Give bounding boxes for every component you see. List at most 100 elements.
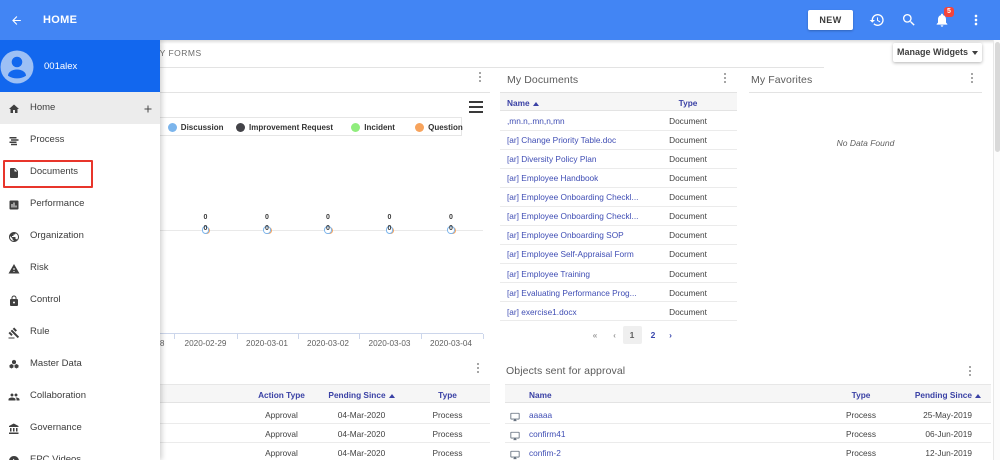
objects-approval-kebab-menu-icon[interactable] [964, 364, 976, 378]
sidebar-item-organization[interactable]: Organization [0, 220, 160, 252]
rule-gavel-icon [8, 326, 20, 339]
x-axis-label: 2020-02-29 [184, 339, 227, 348]
pending-approvals-kebab-menu-icon[interactable] [472, 361, 484, 375]
row-divider [500, 263, 737, 265]
document-name-link[interactable]: ,mn.n,.mn,n,mn [507, 116, 565, 126]
process-monitor-icon [510, 447, 520, 460]
sidebar-item-performance[interactable]: Performance [0, 188, 160, 220]
row-divider [500, 224, 737, 226]
column-header-type[interactable]: Type [840, 390, 882, 400]
more-vertical-icon[interactable] [968, 12, 984, 28]
caret-down-icon [971, 50, 978, 55]
legend-label: Improvement Request [249, 122, 334, 132]
cell-type: Document [669, 287, 707, 298]
vertical-scrollbar[interactable] [993, 40, 1000, 460]
pagination-next-icon[interactable]: › [664, 326, 678, 345]
no-data-found-text: No Data Found [836, 138, 895, 148]
legend-label: Question [428, 122, 463, 132]
column-header-type[interactable]: Type [390, 390, 505, 400]
sidebar-item-risk[interactable]: Risk [0, 252, 160, 284]
user-avatar-icon[interactable] [0, 50, 34, 84]
control-lock-icon [8, 294, 20, 306]
column-header-pending-since[interactable]: Pending Since [915, 390, 981, 400]
cell-type: Document [669, 268, 707, 279]
cell-type: Document [669, 249, 707, 260]
sort-ascending-icon [532, 101, 539, 106]
sidebar-item-label: Risk [30, 262, 49, 273]
document-name-link[interactable]: [ar] Employee Onboarding Checkl... [507, 192, 638, 202]
document-name-link[interactable]: [ar] Change Priority Table.doc [507, 135, 616, 145]
scrollbar-thumb[interactable] [995, 42, 1000, 152]
pagination-page-1[interactable]: 1 [622, 325, 642, 344]
document-name-link[interactable]: [ar] exercise1.docx [507, 307, 577, 317]
sidebar-item-label: EPC Videos [30, 454, 82, 460]
documents-highlight-box [3, 159, 93, 188]
row-divider [505, 442, 991, 444]
risk-warning-icon [8, 262, 20, 274]
column-header-name[interactable]: Name [507, 98, 539, 108]
pagination-prev-icon[interactable]: ‹ [608, 326, 622, 345]
governance-bank-icon [8, 422, 20, 434]
cell-type: Document [669, 306, 707, 317]
sidebar-item-home[interactable]: Home [0, 92, 160, 124]
cell-type: Process [432, 428, 463, 439]
navigation-drawer: 001alex Home Process Documents Performance O… [0, 40, 160, 460]
sidebar-item-governance[interactable]: Governance [0, 412, 160, 444]
my-documents-title: My Documents [507, 74, 579, 86]
document-name-link[interactable]: [ar] Evaluating Performance Prog... [507, 288, 637, 298]
page-title: HOME [43, 14, 78, 26]
x-axis-label: 2020-03-01 [246, 339, 288, 348]
document-name-link[interactable]: [ar] Employee Onboarding Checkl... [507, 211, 638, 221]
sidebar-item-rule[interactable]: Rule [0, 316, 160, 348]
user-header: 001alex [0, 40, 160, 92]
object-name-link[interactable]: confim-2 [529, 448, 561, 458]
data-label: 0 [387, 225, 392, 232]
performance-icon [8, 198, 20, 210]
column-header-type[interactable]: Type [660, 98, 716, 108]
sidebar-item-label: Master Data [30, 358, 82, 369]
legend-item-incident[interactable]: Incident [351, 122, 395, 132]
legend-item-question[interactable]: Question [415, 122, 463, 132]
sidebar-item-label: Rule [30, 326, 50, 337]
data-label: 0 [449, 225, 453, 232]
pagination-first-icon[interactable]: « [588, 326, 602, 345]
chart-widget-kebab-menu-icon[interactable] [474, 70, 486, 84]
data-label: 0 [203, 225, 208, 232]
my-documents-kebab-menu-icon[interactable] [719, 71, 731, 85]
new-button[interactable]: NEW [808, 10, 853, 30]
document-name-link[interactable]: [ar] Employee Onboarding SOP [507, 230, 624, 240]
sidebar-item-control[interactable]: Control [0, 284, 160, 316]
x-axis-label: 2020-03-02 [307, 339, 349, 348]
document-name-link[interactable]: [ar] Employee Training [507, 269, 590, 279]
sidebar-item-epc-videos[interactable]: EPC Videos [0, 444, 160, 460]
chart-export-hamburger-icon[interactable] [469, 101, 483, 113]
collaboration-people-icon [8, 390, 20, 402]
legend-item-discussion[interactable]: Discussion [167, 122, 223, 132]
history-icon[interactable] [869, 12, 885, 28]
add-home-tab-icon[interactable] [142, 102, 154, 114]
legend-dot-icon [167, 122, 177, 132]
my-favorites-title: My Favorites [751, 74, 813, 86]
legend-item-improvement-request[interactable]: Improvement Request [236, 122, 333, 132]
object-name-link[interactable]: aaaaa [529, 410, 552, 420]
manage-widgets-button[interactable]: Manage Widgets [893, 43, 982, 62]
data-label: 0 [203, 214, 208, 221]
topbar-right-edge [993, 0, 1000, 40]
column-header-name[interactable]: Name [529, 390, 552, 400]
back-arrow-icon[interactable] [10, 14, 23, 27]
sidebar-item-master-data[interactable]: Master Data [0, 348, 160, 380]
cell-type: Document [669, 192, 707, 203]
notification-count-badge: 5 [944, 7, 954, 17]
document-name-link[interactable]: [ar] Employee Handbook [507, 173, 598, 183]
my-favorites-kebab-menu-icon[interactable] [966, 71, 978, 85]
document-name-link[interactable]: [ar] Diversity Policy Plan [507, 154, 596, 164]
sort-ascending-icon [975, 394, 981, 398]
document-name-link[interactable]: [ar] Employee Self-Appraisal Form [507, 249, 634, 259]
sidebar-item-collaboration[interactable]: Collaboration [0, 380, 160, 412]
cell-pending-since: 25-May-2019 [923, 409, 972, 420]
sidebar-item-process[interactable]: Process [0, 124, 160, 156]
object-name-link[interactable]: confirm41 [529, 429, 565, 439]
row-divider [500, 205, 737, 207]
pagination-page-2[interactable]: 2 [644, 326, 663, 345]
search-icon[interactable] [901, 12, 917, 28]
